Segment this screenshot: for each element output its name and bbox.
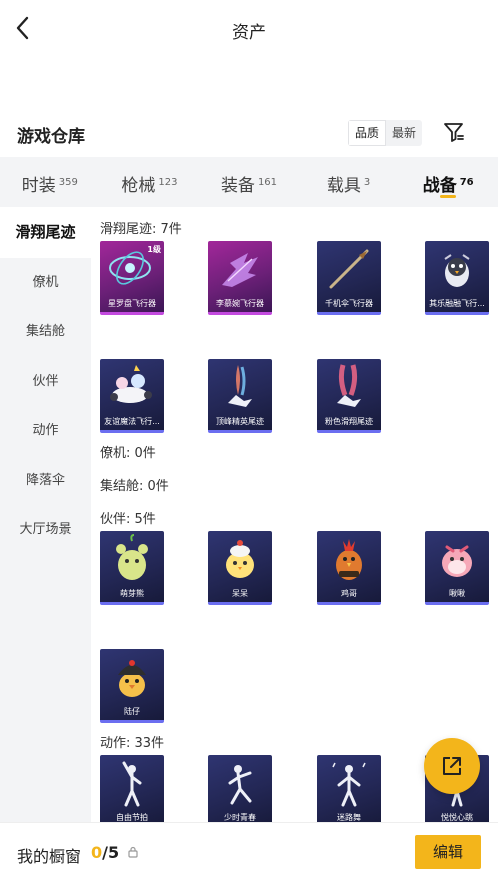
lock-icon: [128, 846, 138, 858]
section-title-wingman: 僚机: 0件: [100, 446, 156, 461]
item-name: 星罗盘飞行器: [108, 299, 156, 308]
item-card[interactable]: 萌芽熊: [100, 531, 164, 605]
item-name: 粉色滑翔尾迹: [325, 417, 373, 426]
umbrella-staff-icon: [329, 249, 369, 289]
share-button[interactable]: [424, 738, 480, 794]
item-grade-badge: 1级: [147, 245, 161, 254]
page-title: 资产: [232, 23, 266, 43]
sidebar-item-partner[interactable]: 伙伴: [0, 357, 91, 407]
sidebar-item-glide-trail[interactable]: 滑翔尾迹: [0, 208, 91, 258]
section-title-pod: 集结舱: 0件: [100, 479, 169, 494]
item-name: 鸡哥: [341, 589, 357, 598]
sidebar-item-emote[interactable]: 动作: [0, 406, 91, 456]
item-card[interactable]: 其乐融融飞行...: [425, 241, 489, 315]
section-title-trail: 滑翔尾迹: 7件: [100, 222, 182, 237]
sort-quality-button[interactable]: 品质: [348, 120, 387, 146]
sidebar-item-wingman[interactable]: 僚机: [0, 258, 91, 308]
warehouse-title: 游戏仓库: [17, 127, 85, 147]
tab-count: 123: [158, 177, 178, 188]
showcase-bar: 我的橱窗 0/5 编辑: [0, 822, 498, 880]
tab-count: 76: [459, 177, 474, 188]
tab-label: 载具: [326, 176, 361, 196]
item-card[interactable]: 自由节拍: [100, 755, 164, 822]
sidebar: 滑翔尾迹 僚机 集结舱 伙伴 动作 降落伞 大厅场景: [0, 208, 91, 822]
top-bar: 资产: [0, 0, 498, 58]
item-name: 陆仔: [124, 707, 140, 716]
item-card[interactable]: 呆呆: [208, 531, 272, 605]
tab-vehicles[interactable]: 载具 3: [299, 157, 399, 207]
sort-newest-button[interactable]: 最新: [386, 120, 422, 146]
item-card[interactable]: 陆仔: [100, 649, 164, 723]
rooster-icon: [336, 539, 362, 580]
sidebar-item-lobby-scene[interactable]: 大厅场景: [0, 505, 91, 555]
tab-firearms[interactable]: 枪械 123: [100, 157, 200, 207]
penguin-balloon-icon: [444, 254, 470, 287]
crystal-wing-icon: [222, 253, 258, 287]
item-name: 友谊魔法飞行...: [104, 417, 160, 426]
item-name: 少时青春: [224, 813, 256, 822]
sidebar-item-parachute[interactable]: 降落伞: [0, 456, 91, 506]
item-name: 悦悦心跳: [441, 813, 473, 822]
item-name: 啾啾: [449, 589, 465, 598]
warehouse-header: 游戏仓库 品质 最新: [0, 114, 498, 154]
edit-button[interactable]: 编辑: [415, 835, 481, 869]
filter-icon[interactable]: [442, 120, 466, 144]
item-card[interactable]: 少时青春: [208, 755, 272, 822]
item-name: 呆呆: [232, 589, 248, 598]
tab-label: 时装: [21, 176, 56, 196]
sort-toggle: 品质 最新: [348, 120, 423, 146]
item-card[interactable]: 粉色滑翔尾迹: [317, 359, 381, 433]
helmet-duck-icon: [118, 660, 146, 697]
tab-label: 装备: [220, 176, 255, 196]
chick-icon: [226, 540, 254, 578]
tab-battle-gear[interactable]: 战备 76: [398, 157, 498, 207]
item-card[interactable]: 1级 星罗盘飞行器: [100, 241, 164, 315]
share-external-icon: [443, 757, 461, 775]
item-name: 其乐融融飞行...: [429, 299, 485, 308]
showcase-label: 我的橱窗: [17, 847, 82, 866]
sidebar-item-pod[interactable]: 集结舱: [0, 307, 91, 357]
elite-trail-icon: [228, 365, 252, 407]
item-card[interactable]: 友谊魔法飞行...: [100, 359, 164, 433]
item-name: 顶峰精英尾迹: [216, 417, 264, 426]
category-tabs: 时装 359 枪械 123 装备 161 载具 3 战备 76: [0, 157, 498, 207]
item-name: 萌芽熊: [120, 589, 144, 598]
dance-pose-icon: [228, 765, 252, 805]
pink-bird-icon: [442, 545, 472, 577]
item-card[interactable]: 李慕婉飞行器: [208, 241, 272, 315]
item-grid: 滑翔尾迹: 7件 1级 星罗盘飞行器 李慕婉飞行器 千机伞飞行器 其乐融融飞行.…: [91, 208, 498, 822]
tab-count: 3: [363, 177, 371, 188]
magic-carriage-icon: [110, 365, 152, 403]
sprout-bear-icon: [116, 534, 148, 580]
tab-count: 359: [58, 177, 78, 188]
item-card[interactable]: 啾啾: [425, 531, 489, 605]
item-name: 自由节拍: [116, 813, 148, 822]
section-title-partner: 伙伴: 5件: [100, 512, 156, 527]
item-card[interactable]: 鸡哥: [317, 531, 381, 605]
tab-label: 枪械: [121, 176, 156, 196]
item-name: 李慕婉飞行器: [216, 299, 264, 308]
item-name: 迷路舞: [337, 813, 361, 822]
section-title-emote: 动作: 33件: [100, 736, 165, 751]
item-card[interactable]: 千机伞飞行器: [317, 241, 381, 315]
dance-pose-icon: [332, 762, 366, 807]
dance-pose-icon: [122, 761, 142, 807]
item-name: 千机伞飞行器: [325, 299, 373, 308]
tab-equipment[interactable]: 装备 161: [199, 157, 299, 207]
showcase-current: 0: [91, 843, 103, 862]
pink-trail-icon: [337, 364, 361, 407]
tab-label: 战备: [422, 176, 457, 196]
showcase-total: /5: [102, 843, 120, 862]
tab-fashion[interactable]: 时装 359: [0, 157, 100, 207]
tab-count: 161: [257, 177, 278, 188]
showcase-count: 0/5: [91, 843, 119, 862]
item-card[interactable]: 顶峰精英尾迹: [208, 359, 272, 433]
item-card[interactable]: 迷路舞: [317, 755, 381, 822]
